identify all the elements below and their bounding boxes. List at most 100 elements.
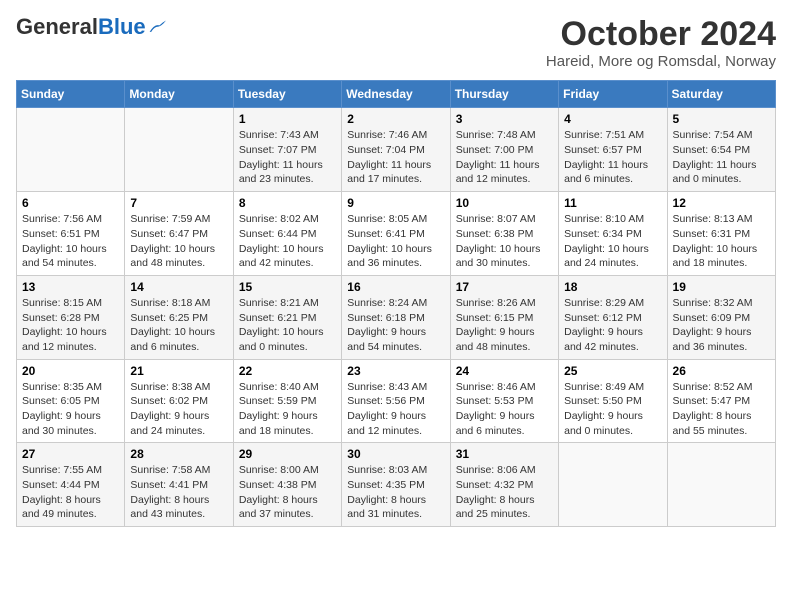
calendar-cell: 8Sunrise: 8:02 AMSunset: 6:44 PMDaylight… [233,192,341,276]
calendar-cell: 26Sunrise: 8:52 AMSunset: 5:47 PMDayligh… [667,359,775,443]
day-detail: Sunrise: 8:00 AMSunset: 4:38 PMDaylight:… [239,463,336,522]
day-detail: Sunrise: 8:07 AMSunset: 6:38 PMDaylight:… [456,212,553,271]
day-number: 26 [673,364,770,378]
calendar-cell: 30 Sunrise: 8:03 AMSunset: 4:35 PMDayligh… [342,443,450,527]
logo-text: GeneralBlue [16,16,146,38]
day-number: 5 [673,112,770,126]
calendar-week-row: 1Sunrise: 7:43 AMSunset: 7:07 PMDaylight… [17,108,776,192]
calendar-cell: 15 Sunrise: 8:21 AMSunset: 6:21 PMDayligh… [233,275,341,359]
day-detail: Sunrise: 8:32 AMSunset: 6:09 PMDaylight:… [673,296,770,355]
day-number: 29 [239,447,336,461]
day-number: 21 [130,364,227,378]
day-detail: Sunrise: 8:49 AMSunset: 5:50 PMDaylight:… [564,380,661,439]
col-header-thursday: Thursday [450,81,558,108]
day-detail: Sunrise: 7:55 AMSunset: 4:44 PMDaylight:… [22,463,119,522]
day-number: 12 [673,196,770,210]
calendar-table: SundayMondayTuesdayWednesdayThursdayFrid… [16,80,776,527]
calendar-cell: 10 Sunrise: 8:07 AMSunset: 6:38 PMDayligh… [450,192,558,276]
title-block: October 2024 Hareid, More og Romsdal, No… [546,16,776,70]
day-detail: Sunrise: 8:40 AMSunset: 5:59 PMDaylight:… [239,380,336,439]
day-number: 14 [130,280,227,294]
calendar-week-row: 27 Sunrise: 7:55 AMSunset: 4:44 PMDayligh… [17,443,776,527]
calendar-cell: 9 Sunrise: 8:05 AMSunset: 6:41 PMDaylight… [342,192,450,276]
day-number: 7 [130,196,227,210]
day-detail: Sunrise: 8:03 AMSunset: 4:35 PMDaylight:… [347,463,444,522]
day-detail: Sunrise: 8:46 AMSunset: 5:53 PMDaylight:… [456,380,553,439]
day-number: 6 [22,196,119,210]
calendar-cell: 2Sunrise: 7:46 AMSunset: 7:04 PMDaylight… [342,108,450,192]
calendar-cell: 5 Sunrise: 7:54 AMSunset: 6:54 PMDaylight… [667,108,775,192]
day-number: 13 [22,280,119,294]
day-number: 28 [130,447,227,461]
day-number: 19 [673,280,770,294]
month-title: October 2024 [546,16,776,53]
calendar-cell: 7 Sunrise: 7:59 AMSunset: 6:47 PMDaylight… [125,192,233,276]
calendar-header-row: SundayMondayTuesdayWednesdayThursdayFrid… [17,81,776,108]
calendar-cell: 31 Sunrise: 8:06 AMSunset: 4:32 PMDayligh… [450,443,558,527]
calendar-week-row: 13 Sunrise: 8:15 AMSunset: 6:28 PMDayligh… [17,275,776,359]
day-detail: Sunrise: 7:59 AMSunset: 6:47 PMDaylight:… [130,212,227,271]
day-number: 1 [239,112,336,126]
day-detail: Sunrise: 8:15 AMSunset: 6:28 PMDaylight:… [22,296,119,355]
calendar-cell: 3Sunrise: 7:48 AMSunset: 7:00 PMDaylight… [450,108,558,192]
calendar-cell: 20 Sunrise: 8:35 AMSunset: 6:05 PMDayligh… [17,359,125,443]
calendar-cell: 27 Sunrise: 7:55 AMSunset: 4:44 PMDayligh… [17,443,125,527]
day-number: 2 [347,112,444,126]
calendar-cell [667,443,775,527]
day-number: 17 [456,280,553,294]
page-header: GeneralBlue October 2024 Hareid, More og… [16,16,776,70]
calendar-cell [17,108,125,192]
day-detail: Sunrise: 8:21 AMSunset: 6:21 PMDaylight:… [239,296,336,355]
col-header-tuesday: Tuesday [233,81,341,108]
calendar-cell [559,443,667,527]
day-number: 24 [456,364,553,378]
day-detail: Sunrise: 8:26 AMSunset: 6:15 PMDaylight:… [456,296,553,355]
calendar-week-row: 6 Sunrise: 7:56 AMSunset: 6:51 PMDaylight… [17,192,776,276]
calendar-cell: 25 Sunrise: 8:49 AMSunset: 5:50 PMDayligh… [559,359,667,443]
day-detail: Sunrise: 8:13 AMSunset: 6:31 PMDaylight:… [673,212,770,271]
day-detail: Sunrise: 8:35 AMSunset: 6:05 PMDaylight:… [22,380,119,439]
day-detail: Sunrise: 8:24 AMSunset: 6:18 PMDaylight:… [347,296,444,355]
day-detail: Sunrise: 8:06 AMSunset: 4:32 PMDaylight:… [456,463,553,522]
day-number: 11 [564,196,661,210]
location-title: Hareid, More og Romsdal, Norway [546,53,776,70]
day-detail: Sunrise: 7:51 AMSunset: 6:57 PMDaylight:… [564,128,661,187]
calendar-cell: 4Sunrise: 7:51 AMSunset: 6:57 PMDaylight… [559,108,667,192]
day-detail: Sunrise: 8:43 AMSunset: 5:56 PMDaylight:… [347,380,444,439]
calendar-cell: 29 Sunrise: 8:00 AMSunset: 4:38 PMDayligh… [233,443,341,527]
calendar-cell: 19 Sunrise: 8:32 AMSunset: 6:09 PMDayligh… [667,275,775,359]
day-number: 15 [239,280,336,294]
calendar-cell: 6 Sunrise: 7:56 AMSunset: 6:51 PMDaylight… [17,192,125,276]
calendar-cell: 16Sunrise: 8:24 AMSunset: 6:18 PMDayligh… [342,275,450,359]
calendar-cell: 1Sunrise: 7:43 AMSunset: 7:07 PMDaylight… [233,108,341,192]
day-number: 3 [456,112,553,126]
logo-bird-icon [148,20,166,34]
day-number: 25 [564,364,661,378]
col-header-friday: Friday [559,81,667,108]
day-detail: Sunrise: 8:05 AMSunset: 6:41 PMDaylight:… [347,212,444,271]
day-detail: Sunrise: 8:38 AMSunset: 6:02 PMDaylight:… [130,380,227,439]
col-header-saturday: Saturday [667,81,775,108]
day-number: 30 [347,447,444,461]
col-header-monday: Monday [125,81,233,108]
day-number: 27 [22,447,119,461]
day-number: 9 [347,196,444,210]
day-detail: Sunrise: 8:18 AMSunset: 6:25 PMDaylight:… [130,296,227,355]
day-number: 10 [456,196,553,210]
day-detail: Sunrise: 7:54 AMSunset: 6:54 PMDaylight:… [673,128,770,187]
col-header-sunday: Sunday [17,81,125,108]
calendar-week-row: 20 Sunrise: 8:35 AMSunset: 6:05 PMDayligh… [17,359,776,443]
calendar-cell [125,108,233,192]
logo: GeneralBlue [16,16,166,38]
calendar-cell: 14 Sunrise: 8:18 AMSunset: 6:25 PMDayligh… [125,275,233,359]
calendar-cell: 23 Sunrise: 8:43 AMSunset: 5:56 PMDayligh… [342,359,450,443]
calendar-cell: 24 Sunrise: 8:46 AMSunset: 5:53 PMDayligh… [450,359,558,443]
day-number: 20 [22,364,119,378]
day-number: 31 [456,447,553,461]
day-number: 23 [347,364,444,378]
day-detail: Sunrise: 8:10 AMSunset: 6:34 PMDaylight:… [564,212,661,271]
day-number: 8 [239,196,336,210]
day-detail: Sunrise: 7:56 AMSunset: 6:51 PMDaylight:… [22,212,119,271]
calendar-cell: 11 Sunrise: 8:10 AMSunset: 6:34 PMDayligh… [559,192,667,276]
calendar-cell: 12 Sunrise: 8:13 AMSunset: 6:31 PMDayligh… [667,192,775,276]
